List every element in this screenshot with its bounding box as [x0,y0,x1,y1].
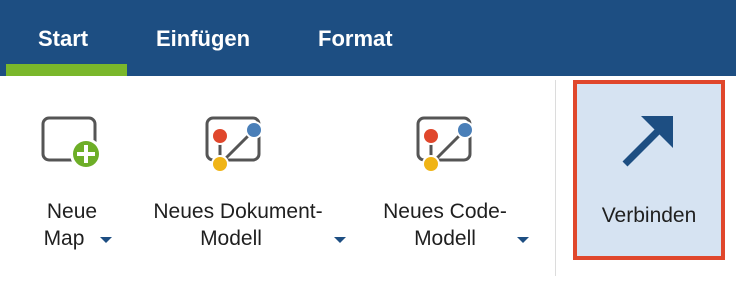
tab-start[interactable]: Start [38,24,88,54]
new-document-model-button[interactable]: Neues Dokument- Modell [140,106,350,256]
chevron-down-icon [517,237,529,243]
code-model-icon [416,116,474,173]
document-model-icon [205,116,263,173]
connect-button[interactable]: Verbinden [573,80,725,260]
new-map-label-line2: Map [43,227,85,250]
connect-label: Verbinden [601,204,697,227]
new-map-label-line1: Neue [46,200,98,223]
ribbon-tabbar: Start Einfügen Format [0,0,736,76]
new-code-model-button[interactable]: Neues Code- Modell [375,106,535,256]
ribbon-separator [555,80,556,276]
chevron-down-icon [334,237,346,243]
new-code-model-label-line2: Modell [414,227,476,250]
arrow-up-right-icon [622,116,673,167]
tab-einfuegen[interactable]: Einfügen [156,24,250,54]
new-map-button[interactable]: Neue Map [30,106,130,256]
new-map-icon [41,116,102,170]
new-document-model-label-line1: Neues Dokument- [153,200,323,223]
tab-format[interactable]: Format [318,24,393,54]
active-tab-indicator [6,64,127,76]
new-document-model-label-line2: Modell [200,227,262,250]
new-code-model-label-line1: Neues Code- [383,200,507,223]
chevron-down-icon [100,237,112,243]
ribbon-panel: Neue Map Neues Dokument- Modell Neues Co… [0,76,736,284]
